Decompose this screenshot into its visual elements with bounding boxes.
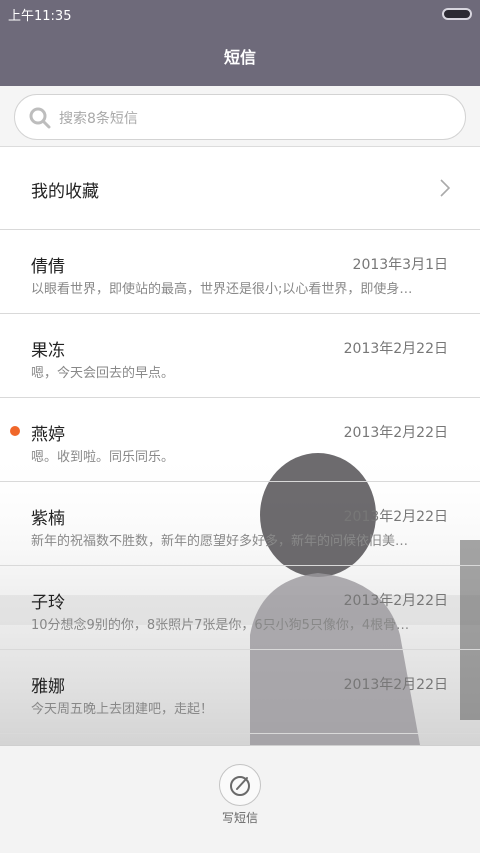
- message-date: 2013年2月22日: [343, 509, 448, 525]
- message-date: 2013年2月22日: [343, 593, 448, 609]
- status-time: 上午11:35: [8, 9, 72, 24]
- battery-icon: [442, 8, 472, 20]
- compose-button[interactable]: [219, 764, 261, 806]
- message-row[interactable]: 雅娜 2013年2月22日 今天周五晚上去团建吧，走起！: [0, 650, 480, 734]
- contact-name: 雅娜: [31, 677, 65, 697]
- message-preview: 新年的祝福数不胜数，新年的愿望好多好多，新年的问候依旧美…: [31, 534, 409, 549]
- contact-name: 倩倩: [31, 257, 65, 277]
- message-list: 我的收藏 倩倩 2013年3月1日 以眼看世界，即使站的最高，世界还是很小;以心…: [0, 147, 480, 745]
- message-date: 2013年2月22日: [343, 341, 448, 357]
- message-row[interactable]: 倩倩 2013年3月1日 以眼看世界，即使站的最高，世界还是很小;以心看世界，即…: [0, 230, 480, 314]
- favorites-label: 我的收藏: [31, 182, 99, 202]
- contact-name: 子玲: [31, 593, 65, 613]
- search-placeholder: 搜索8条短信: [59, 111, 138, 127]
- compose-label: 写短信: [221, 811, 258, 825]
- message-date: 2013年2月22日: [343, 425, 448, 441]
- favorites-row[interactable]: 我的收藏: [0, 147, 480, 230]
- compose-icon: [230, 776, 250, 796]
- message-preview: 嗯，今天会回去的早点。: [31, 366, 175, 381]
- search-section: 搜索8条短信: [0, 86, 480, 147]
- search-icon: [29, 107, 51, 129]
- message-row[interactable]: 紫楠 2013年2月22日 新年的祝福数不胜数，新年的愿望好多好多，新年的问候依…: [0, 482, 480, 566]
- message-date: 2013年2月22日: [343, 677, 448, 693]
- message-preview: 今天周五晚上去团建吧，走起！: [31, 702, 214, 717]
- contact-name: 燕婷: [31, 425, 65, 445]
- message-row[interactable]: 果冻 2013年2月22日 嗯，今天会回去的早点。: [0, 314, 480, 398]
- message-preview: 以眼看世界，即使站的最高，世界还是很小;以心看世界，即使身…: [31, 282, 413, 297]
- top-bar: 上午11:35 短信: [0, 0, 480, 86]
- message-row[interactable]: 子玲 2013年2月22日 10分想念9别的你，8张照片7张是你，6只小狗5只像…: [0, 566, 480, 650]
- page-title: 短信: [223, 48, 256, 67]
- chevron-right-icon: [440, 179, 450, 197]
- message-preview: 嗯。收到啦。同乐同乐。: [31, 450, 175, 465]
- unread-indicator: [10, 426, 20, 436]
- message-row[interactable]: 燕婷 2013年2月22日 嗯。收到啦。同乐同乐。: [0, 398, 480, 482]
- contact-name: 果冻: [31, 341, 65, 361]
- bottom-bar: 写短信: [0, 745, 480, 853]
- contact-name: 紫楠: [31, 509, 65, 529]
- search-input[interactable]: 搜索8条短信: [14, 94, 466, 140]
- message-date: 2013年3月1日: [352, 257, 448, 273]
- message-preview: 10分想念9别的你，8张照片7张是你，6只小狗5只像你，4根骨…: [31, 618, 410, 633]
